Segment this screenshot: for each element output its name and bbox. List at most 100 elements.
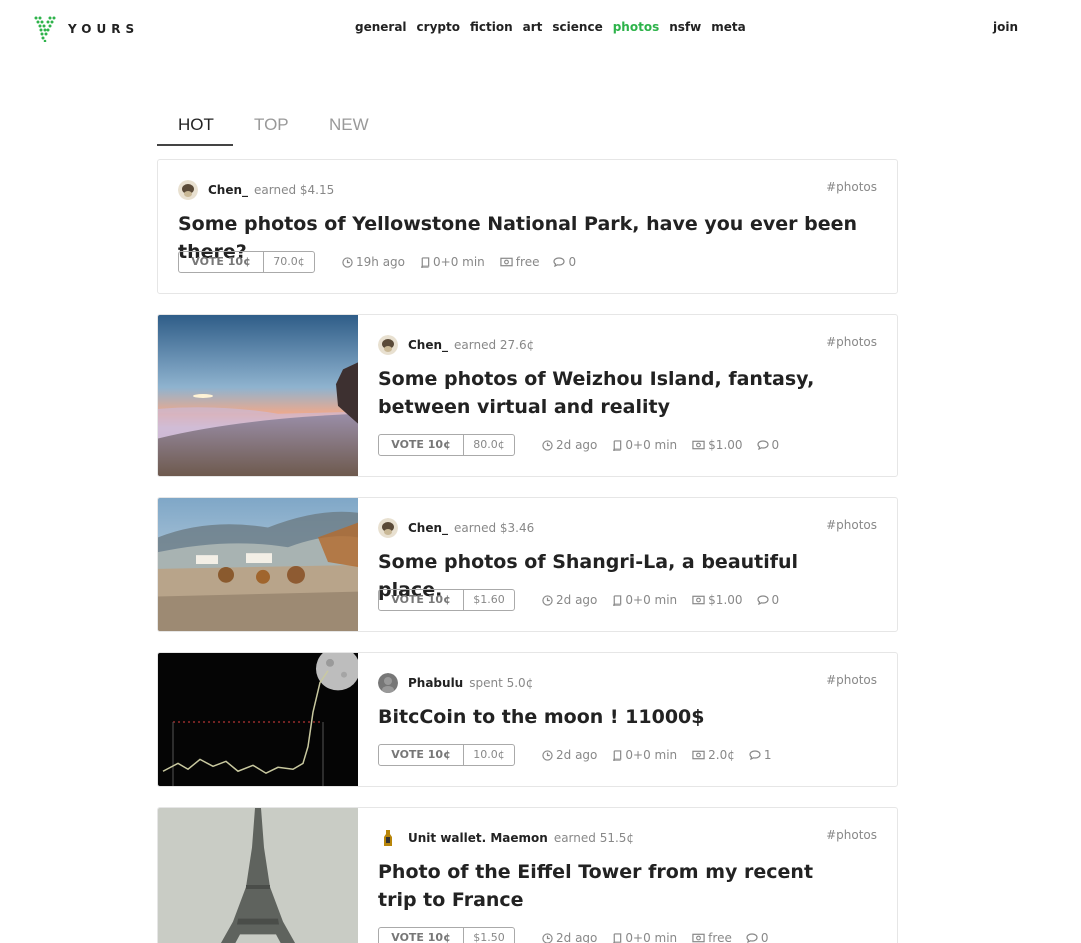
vote-label: VOTE 10¢ (379, 435, 464, 455)
nav-item-science[interactable]: science (552, 20, 602, 34)
post-content: Phabulu spent 5.0¢ #photos BitcCoin to t… (358, 653, 897, 786)
post-meta-row: VOTE 10¢ $1.60 2d ago 0+0 min $1.00 0 (378, 589, 779, 611)
post-card[interactable]: Chen_ earned $4.15 #photos Some photos o… (157, 159, 898, 294)
earned-amount: earned 51.5¢ (553, 831, 635, 845)
avatar[interactable] (178, 180, 198, 200)
nav-item-crypto[interactable]: crypto (417, 20, 460, 34)
author-name[interactable]: Chen_ (408, 338, 448, 352)
tab-new[interactable]: NEW (329, 115, 369, 135)
post-comments[interactable]: 0 (756, 438, 779, 452)
post-tag[interactable]: #photos (826, 518, 877, 532)
money-icon (500, 257, 513, 267)
active-tab-indicator (157, 144, 233, 146)
post-time: 2d ago (542, 931, 597, 943)
author-name[interactable]: Chen_ (408, 521, 448, 535)
vote-label: VOTE 10¢ (379, 928, 464, 943)
post-content: Chen_ earned $4.15 #photos Some photos o… (158, 160, 897, 293)
vote-price: 80.0¢ (473, 438, 505, 451)
comment-icon (553, 257, 566, 267)
post-title[interactable]: BitcCoin to the moon ! 11000$ (378, 703, 857, 731)
post-thumbnail[interactable] (158, 808, 358, 943)
post-comments[interactable]: 1 (749, 748, 772, 762)
post-card[interactable]: Unit wallet. Maemon earned 51.5¢ #photos… (157, 807, 898, 943)
money-icon (692, 595, 705, 605)
post-card[interactable]: Chen_ earned 27.6¢ #photos Some photos o… (157, 314, 898, 477)
post-card[interactable]: Phabulu spent 5.0¢ #photos BitcCoin to t… (157, 652, 898, 787)
earned-amount: earned $4.15 (254, 183, 335, 197)
post-comments[interactable]: 0 (553, 255, 576, 269)
earned-amount: earned 27.6¢ (454, 338, 535, 352)
post-title[interactable]: Some photos of Weizhou Island, fantasy, … (378, 365, 857, 421)
post-read-time: 0+0 min (612, 748, 677, 762)
nav-item-nsfw[interactable]: nsfw (669, 20, 701, 34)
author-row: Chen_ earned 27.6¢ (378, 335, 534, 355)
post-price: $1.00 (692, 438, 743, 452)
post-tag[interactable]: #photos (826, 673, 877, 687)
tab-hot[interactable]: HOT (178, 115, 214, 135)
nav-item-meta[interactable]: meta (711, 20, 745, 34)
author-name[interactable]: Phabulu (408, 676, 463, 690)
post-read-time: 0+0 min (612, 931, 677, 943)
money-icon (692, 750, 705, 760)
book-icon (613, 749, 622, 761)
post-time: 2d ago (542, 748, 597, 762)
clock-icon (542, 439, 553, 451)
sort-tabs: HOT TOP NEW (157, 105, 898, 146)
comment-icon (749, 750, 761, 760)
post-card[interactable]: Chen_ earned $3.46 #photos Some photos o… (157, 497, 898, 632)
avatar[interactable] (378, 673, 398, 693)
comment-icon (746, 933, 758, 943)
nav-item-photos[interactable]: photos (613, 20, 660, 34)
post-tag[interactable]: #photos (826, 828, 877, 842)
post-read-time: 0+0 min (612, 593, 677, 607)
join-link[interactable]: join (993, 20, 1018, 34)
site-header: YOURS general crypto fiction art science… (0, 0, 1081, 58)
post-tag[interactable]: #photos (826, 180, 877, 194)
nav-item-art[interactable]: art (523, 20, 543, 34)
vote-button[interactable]: VOTE 10¢ 80.0¢ (378, 434, 515, 456)
tab-top[interactable]: TOP (254, 115, 289, 135)
money-icon (692, 933, 705, 943)
logo[interactable]: YOURS (34, 16, 139, 42)
book-icon (421, 256, 430, 268)
avatar[interactable] (378, 335, 398, 355)
spent-amount: spent 5.0¢ (469, 676, 534, 690)
post-title[interactable]: Photo of the Eiffel Tower from my recent… (378, 858, 857, 914)
avatar[interactable] (378, 828, 398, 848)
post-price: free (500, 255, 539, 269)
book-icon (613, 439, 622, 451)
post-thumbnail[interactable] (158, 498, 358, 631)
author-row: Phabulu spent 5.0¢ (378, 673, 533, 693)
vote-price: 70.0¢ (273, 255, 305, 268)
book-icon (613, 932, 622, 943)
clock-icon (542, 594, 553, 606)
nav-item-fiction[interactable]: fiction (470, 20, 513, 34)
clock-icon (542, 932, 553, 943)
comment-icon (756, 440, 769, 450)
author-name[interactable]: Unit wallet. Maemon (408, 831, 548, 845)
comment-icon (756, 595, 769, 605)
post-meta-row: VOTE 10¢ 80.0¢ 2d ago 0+0 min $1.00 0 (378, 434, 779, 456)
vote-button[interactable]: VOTE 10¢ $1.60 (378, 589, 515, 611)
book-icon (613, 594, 622, 606)
vote-button[interactable]: VOTE 10¢ $1.50 (378, 927, 515, 943)
author-name[interactable]: Chen_ (208, 183, 248, 197)
vote-button[interactable]: VOTE 10¢ 70.0¢ (178, 251, 315, 273)
post-content: Chen_ earned 27.6¢ #photos Some photos o… (358, 315, 897, 476)
vote-label: VOTE 10¢ (179, 252, 264, 272)
nav-item-general[interactable]: general (355, 20, 407, 34)
post-meta-row: VOTE 10¢ 10.0¢ 2d ago 0+0 min 2.0¢ 1 (378, 744, 772, 766)
post-comments[interactable]: 0 (756, 593, 779, 607)
post-time: 2d ago (542, 438, 597, 452)
clock-icon (542, 749, 553, 761)
post-tag[interactable]: #photos (826, 335, 877, 349)
avatar[interactable] (378, 518, 398, 538)
vote-button[interactable]: VOTE 10¢ 10.0¢ (378, 744, 515, 766)
post-thumbnail[interactable] (158, 653, 358, 786)
post-thumbnail[interactable] (158, 315, 358, 476)
vote-price: $1.60 (473, 593, 505, 606)
post-content: Chen_ earned $3.46 #photos Some photos o… (358, 498, 897, 631)
post-price: $1.00 (692, 593, 743, 607)
post-comments[interactable]: 0 (746, 931, 768, 943)
vote-label: VOTE 10¢ (379, 745, 464, 765)
